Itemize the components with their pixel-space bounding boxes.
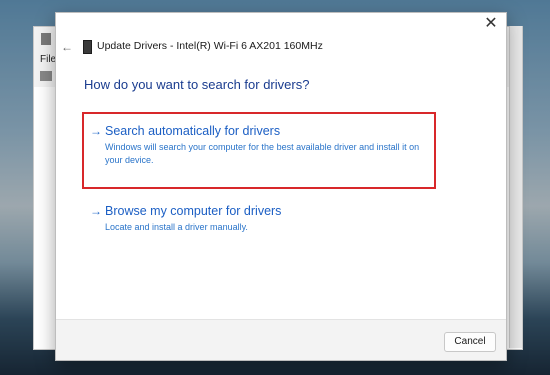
menu-file[interactable]: File <box>40 54 56 65</box>
window-edge <box>509 26 522 348</box>
dialog-footer: Cancel <box>56 319 506 360</box>
cancel-button[interactable]: Cancel <box>444 332 496 352</box>
option-description: Locate and install a driver manually. <box>105 222 248 232</box>
toolbar-back-icon[interactable] <box>40 71 52 81</box>
close-icon[interactable]: ✕ <box>482 15 500 33</box>
browse-computer-option[interactable]: → Browse my computer for drivers Locate … <box>84 204 434 244</box>
arrow-right-icon: → <box>90 204 102 218</box>
device-manager-icon <box>41 33 51 45</box>
dialog-title: Update Drivers - Intel(R) Wi-Fi 6 AX201 … <box>97 40 323 52</box>
page-heading: How do you want to search for drivers? <box>84 77 310 92</box>
arrow-right-icon: → <box>90 124 102 138</box>
search-automatically-option[interactable]: → Search automatically for drivers Windo… <box>82 112 436 189</box>
option-title[interactable]: Search automatically for drivers <box>105 124 280 138</box>
option-description: Windows will search your computer for th… <box>105 142 420 165</box>
option-title[interactable]: Browse my computer for drivers <box>105 204 281 218</box>
back-arrow-icon[interactable]: ← <box>61 40 73 54</box>
update-drivers-dialog: ✕ ← Update Drivers - Intel(R) Wi-Fi 6 AX… <box>55 12 507 361</box>
network-adapter-icon <box>83 40 92 54</box>
